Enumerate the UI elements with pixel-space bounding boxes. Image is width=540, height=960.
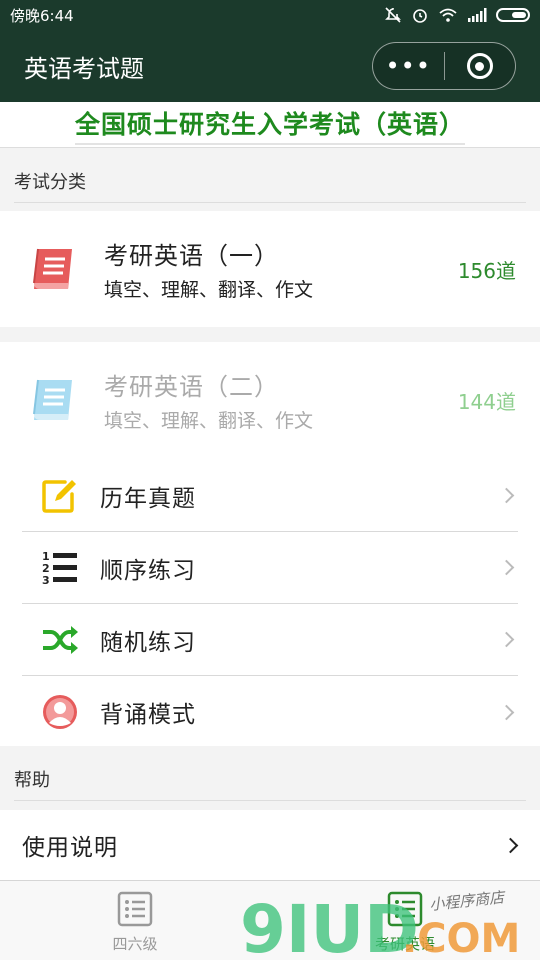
category-texts: 考研英语（一） 填空、理解、翻译、作文 <box>104 236 458 302</box>
banner-title: 全国硕士研究生入学考试（英语） <box>74 105 465 145</box>
menu-item-past-exams[interactable]: 历年真题 <box>22 460 518 532</box>
category-item-english-2[interactable]: 考研英语（二） 填空、理解、翻译、作文 144道 <box>0 342 540 458</box>
ordered-list-icon: 1 2 3 <box>40 548 80 588</box>
status-icons <box>384 6 530 24</box>
category-title: 考研英语（一） <box>104 242 279 270</box>
chevron-right-icon <box>498 487 515 504</box>
menu-label: 历年真题 <box>100 485 196 512</box>
book-icon <box>33 248 72 289</box>
menu-item-recitation-mode[interactable]: 背诵模式 <box>22 676 518 748</box>
close-button[interactable] <box>445 53 516 79</box>
chevron-right-icon <box>498 559 515 576</box>
battery-icon <box>496 8 530 22</box>
status-bar: 傍晚6:44 <box>0 0 540 30</box>
menu-item-random-practice[interactable]: 随机练习 <box>22 604 518 676</box>
svg-text:3: 3 <box>42 574 50 587</box>
tab-bar: 四六级 考研英语 <box>0 880 540 960</box>
menu-item-sequential-practice[interactable]: 1 2 3 顺序练习 <box>22 532 518 604</box>
alarm-icon <box>413 9 427 23</box>
mute-icon <box>385 7 401 23</box>
category-texts: 考研英语（二） 填空、理解、翻译、作文 <box>104 367 458 433</box>
section-label-category: 考试分类 <box>14 168 526 203</box>
question-count: 156道 <box>457 258 516 283</box>
signal-icon <box>468 8 487 22</box>
section-label-help: 帮助 <box>14 766 526 801</box>
category-card-2: 考研英语（二） 填空、理解、翻译、作文 144道 历年真题 1 2 3 顺序练习 <box>0 342 540 746</box>
tab-label: 四六级 <box>112 935 158 953</box>
shuffle-icon <box>40 620 80 660</box>
edit-icon <box>40 476 80 516</box>
book-icon <box>33 379 72 420</box>
exam-banner: 全国硕士研究生入学考试（英语） <box>0 102 540 148</box>
question-count: 144道 <box>457 389 516 414</box>
list-icon <box>387 891 423 927</box>
category-card-1: 考研英语（一） 填空、理解、翻译、作文 156道 <box>0 211 540 327</box>
list-icon <box>117 891 153 927</box>
category-title: 考研英语（二） <box>104 373 279 401</box>
nav-bar: 英语考试题 ••• <box>0 30 540 102</box>
chevron-right-icon <box>502 837 519 853</box>
tab-label: 考研英语 <box>374 935 435 953</box>
menu-label: 背诵模式 <box>100 702 196 728</box>
target-icon <box>466 53 493 79</box>
chevron-right-icon <box>498 631 515 648</box>
help-item-instructions[interactable]: 使用说明 <box>0 810 540 880</box>
mini-program-capsule: ••• <box>372 42 516 90</box>
tab-postgrad-english[interactable]: 考研英语 <box>270 881 540 960</box>
category-item-english-1[interactable]: 考研英语（一） 填空、理解、翻译、作文 156道 <box>0 211 540 327</box>
more-button[interactable]: ••• <box>373 42 444 90</box>
tab-cet[interactable]: 四六级 <box>0 881 270 960</box>
category-subtitle: 填空、理解、翻译、作文 <box>104 279 314 301</box>
category-subtitle: 填空、理解、翻译、作文 <box>104 410 314 432</box>
help-label: 使用说明 <box>22 835 118 861</box>
status-time: 傍晚6:44 <box>10 6 74 25</box>
page-title: 英语考试题 <box>24 54 144 83</box>
chevron-right-icon <box>498 704 515 720</box>
menu-label: 顺序练习 <box>100 557 196 584</box>
menu-label: 随机练习 <box>100 629 196 656</box>
user-icon <box>40 692 80 732</box>
wifi-icon <box>439 8 457 22</box>
